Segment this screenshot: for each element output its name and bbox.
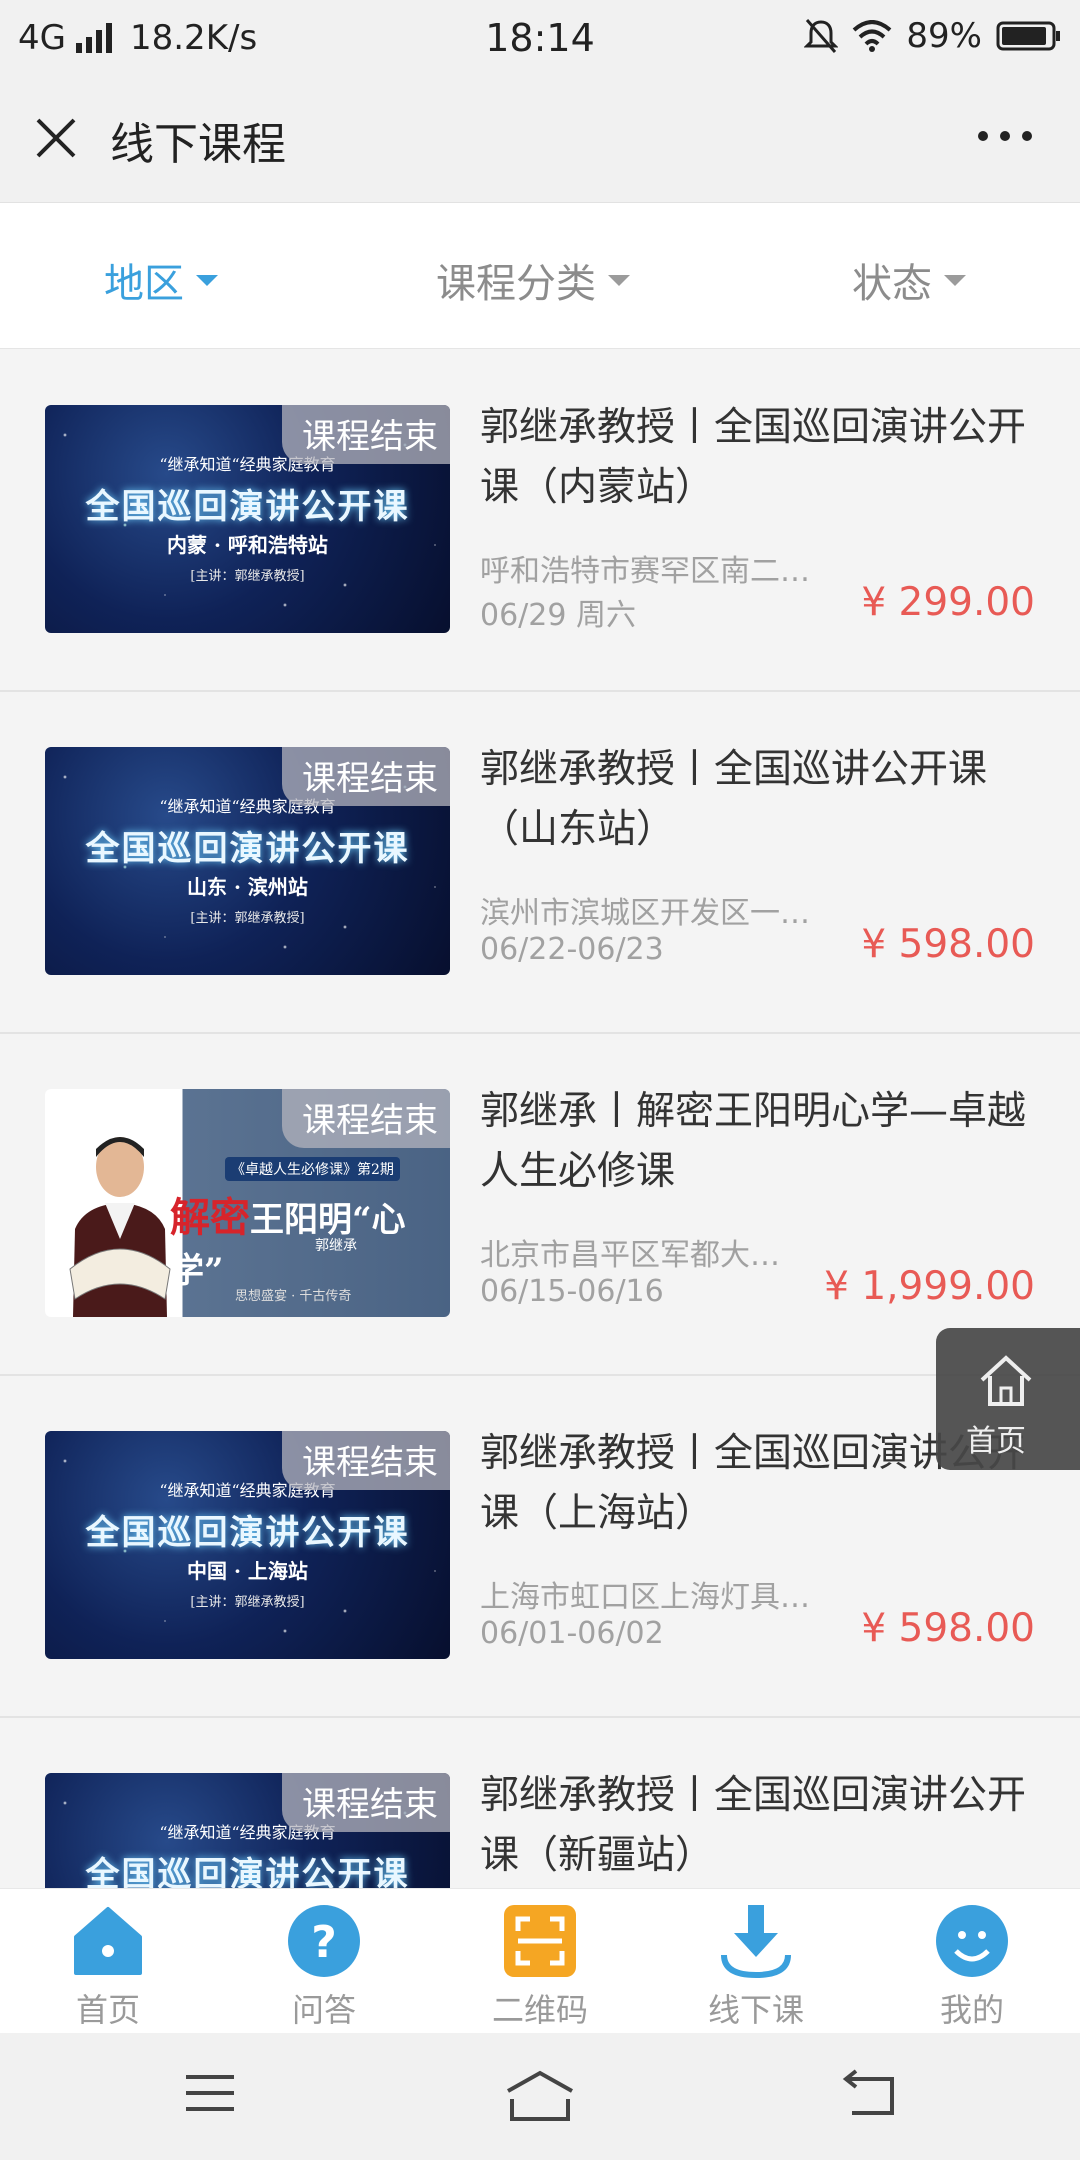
course-address: 呼和浩特市赛罕区南二… bbox=[480, 554, 810, 589]
wifi-icon bbox=[853, 20, 892, 52]
thumb-headline: 全国巡回演讲公开课 bbox=[85, 1513, 410, 1553]
caret-down-icon bbox=[196, 274, 218, 286]
thumb-speaker: [主讲：郭继承教授] bbox=[190, 569, 305, 584]
tab-label: 二维码 bbox=[491, 1991, 588, 2029]
download-icon bbox=[721, 1905, 791, 1979]
course-title: 郭继承教授丨全国巡回演讲公开课（新疆站） bbox=[480, 1773, 1027, 1878]
course-thumbnail: “继承知道“经典家庭教育 全国巡回演讲公开课 中国 · 上海站 [主讲：郭继承教… bbox=[45, 1431, 450, 1659]
floating-home-label: 首页 bbox=[966, 1424, 1026, 1459]
tab-home[interactable]: 首页 bbox=[0, 1889, 216, 2034]
menu-icon[interactable] bbox=[182, 2069, 238, 2119]
question-icon: ? bbox=[288, 1905, 360, 1977]
close-icon[interactable] bbox=[28, 110, 84, 166]
thumb-location: 内蒙 · 呼和浩特站 bbox=[167, 533, 328, 557]
course-date: 06/29 周六 bbox=[480, 598, 636, 633]
thumb-speaker: [主讲：郭继承教授] bbox=[190, 1595, 305, 1610]
status-badge: 课程结束 bbox=[282, 1773, 450, 1832]
status-badge: 课程结束 bbox=[282, 405, 450, 464]
status-bar: 4G 18.2K/s 18:14 89% bbox=[0, 0, 1080, 74]
filter-category[interactable]: 课程分类 bbox=[436, 251, 630, 309]
tab-label: 我的 bbox=[939, 1991, 1004, 2029]
status-badge: 课程结束 bbox=[282, 747, 450, 806]
course-card[interactable]: “继承知道“经典家庭教育 全国巡回演讲公开课 课程结束 郭继承教授丨全国巡回演讲… bbox=[0, 1718, 1080, 1888]
floating-home-button[interactable]: 首页 bbox=[936, 1328, 1080, 1470]
page-title: 线下课程 bbox=[110, 119, 286, 170]
course-price: ¥ 598.00 bbox=[861, 1606, 1035, 1651]
course-title: 郭继承丨解密王阳明心学—卓越人生必修课 bbox=[480, 1089, 1027, 1194]
thumb-speaker: [主讲：郭继承教授] bbox=[190, 911, 305, 926]
course-card[interactable]: “继承知道“经典家庭教育 全国巡回演讲公开课 内蒙 · 呼和浩特站 [主讲：郭继… bbox=[0, 350, 1080, 692]
course-thumbnail: 《卓越人生必修课》第2期 解密王阳明“心学” 郭继承 思想盛宴 · 千古传奇 课… bbox=[45, 1089, 450, 1317]
filter-region[interactable]: 地区 bbox=[104, 251, 218, 309]
back-icon[interactable] bbox=[840, 2069, 900, 2119]
course-thumbnail: “继承知道“经典家庭教育 全国巡回演讲公开课 课程结束 bbox=[45, 1773, 450, 1888]
course-card[interactable]: “继承知道“经典家庭教育 全国巡回演讲公开课 中国 · 上海站 [主讲：郭继承教… bbox=[0, 1376, 1080, 1718]
svg-text:?: ? bbox=[311, 1917, 337, 1968]
caret-down-icon bbox=[608, 274, 630, 286]
tab-mine[interactable]: 我的 bbox=[864, 1889, 1080, 2034]
thumb-series: 《卓越人生必修课》第2期 bbox=[225, 1157, 400, 1181]
course-date: 06/01-06/02 bbox=[480, 1616, 664, 1651]
thumb-slogan: 思想盛宴 · 千古传奇 bbox=[235, 1289, 352, 1304]
status-badge: 课程结束 bbox=[282, 1089, 450, 1148]
thumb-headline: 全国巡回演讲公开课 bbox=[85, 487, 410, 527]
course-card[interactable]: “继承知道“经典家庭教育 全国巡回演讲公开课 山东 · 滨州站 [主讲：郭继承教… bbox=[0, 692, 1080, 1034]
course-title: 郭继承教授丨全国巡讲公开课（山东站） bbox=[480, 747, 988, 852]
course-price: ¥ 598.00 bbox=[861, 922, 1035, 967]
course-card[interactable]: 《卓越人生必修课》第2期 解密王阳明“心学” 郭继承 思想盛宴 · 千古传奇 课… bbox=[0, 1034, 1080, 1376]
tab-offline-course[interactable]: 线下课 bbox=[648, 1889, 864, 2034]
thumb-headline: 全国巡回演讲公开课 bbox=[85, 829, 410, 869]
more-options-icon[interactable] bbox=[970, 116, 1040, 156]
thumb-headline-red: 解密 bbox=[170, 1194, 250, 1241]
course-thumbnail: “继承知道“经典家庭教育 全国巡回演讲公开课 山东 · 滨州站 [主讲：郭继承教… bbox=[45, 747, 450, 975]
course-address: 北京市昌平区军都大… bbox=[480, 1238, 780, 1273]
course-date: 06/15-06/16 bbox=[480, 1274, 664, 1309]
title-bar: 线下课程 bbox=[0, 74, 1080, 203]
mute-bell-icon bbox=[804, 19, 839, 53]
course-date: 06/22-06/23 bbox=[480, 932, 664, 967]
tab-qrcode[interactable]: 二维码 bbox=[432, 1889, 648, 2034]
battery-icon bbox=[996, 21, 1060, 51]
course-thumbnail: “继承知道“经典家庭教育 全国巡回演讲公开课 内蒙 · 呼和浩特站 [主讲：郭继… bbox=[45, 405, 450, 633]
filter-category-label: 课程分类 bbox=[436, 261, 596, 307]
tab-label: 问答 bbox=[291, 1991, 356, 2029]
course-address: 上海市虹口区上海灯具… bbox=[480, 1580, 810, 1615]
battery-percent: 89% bbox=[906, 16, 982, 56]
system-nav-bar bbox=[0, 2033, 1080, 2160]
filter-region-label: 地区 bbox=[104, 261, 184, 307]
home-nav-icon[interactable] bbox=[504, 2069, 576, 2125]
caret-down-icon bbox=[944, 274, 966, 286]
tab-qa[interactable]: ? 问答 bbox=[216, 1889, 432, 2034]
filter-status[interactable]: 状态 bbox=[852, 251, 966, 309]
course-list: “继承知道“经典家庭教育 全国巡回演讲公开课 内蒙 · 呼和浩特站 [主讲：郭继… bbox=[0, 350, 1080, 1888]
tab-label: 线下课 bbox=[707, 1991, 804, 2029]
user-icon bbox=[936, 1905, 1008, 1977]
thumb-author: 郭继承 bbox=[315, 1238, 357, 1254]
filter-bar: 地区 课程分类 状态 bbox=[0, 203, 1080, 349]
course-price: ¥ 299.00 bbox=[861, 580, 1035, 625]
thumb-location: 山东 · 滨州站 bbox=[187, 875, 308, 899]
home-outline-icon bbox=[980, 1355, 1032, 1406]
status-right: 89% bbox=[804, 16, 1062, 56]
bottom-tab-bar: 首页 ? 问答 二维码 线下课 我的 bbox=[0, 1888, 1080, 2034]
qrcode-icon bbox=[504, 1905, 576, 1977]
tab-label: 首页 bbox=[75, 1991, 140, 2029]
filter-status-label: 状态 bbox=[852, 261, 932, 307]
home-icon bbox=[74, 1907, 142, 1975]
course-address: 滨州市滨城区开发区一… bbox=[480, 896, 810, 931]
thumb-location: 中国 · 上海站 bbox=[187, 1559, 308, 1583]
thumb-headline: 全国巡回演讲公开课 bbox=[85, 1855, 410, 1888]
course-price: ¥ 1,999.00 bbox=[824, 1264, 1035, 1309]
status-badge: 课程结束 bbox=[282, 1431, 450, 1490]
speaker-portrait bbox=[69, 1137, 171, 1317]
thumb-headline: 解密王阳明“心学” bbox=[170, 1185, 450, 1292]
course-title: 郭继承教授丨全国巡回演讲公开课（内蒙站） bbox=[480, 405, 1027, 510]
